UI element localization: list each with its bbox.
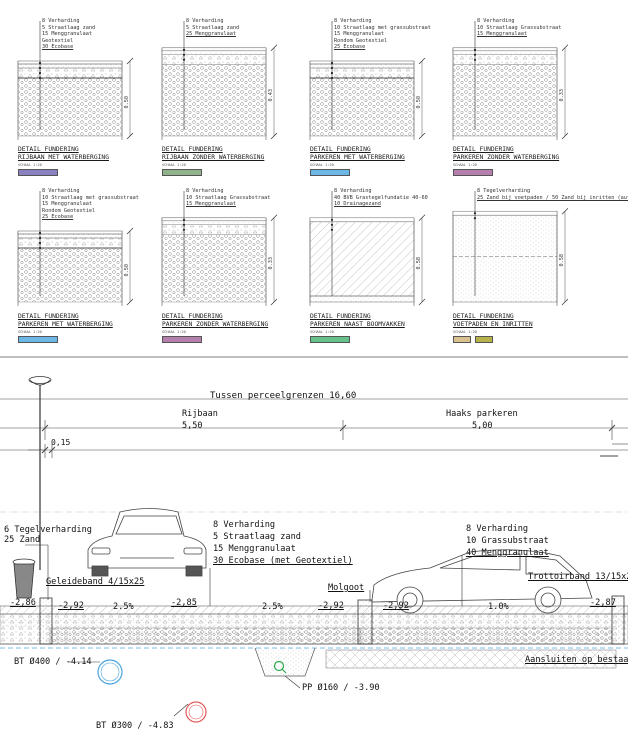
mid-layer-4: 30 Ecobase (met Geotextiel) bbox=[213, 556, 353, 566]
right-layer-1: 8 Verharding bbox=[466, 524, 529, 534]
level-2: -2,92 bbox=[58, 601, 84, 611]
slope-3: 1.0% bbox=[488, 602, 509, 612]
waste-bin-icon bbox=[12, 558, 36, 599]
dimension-lines bbox=[0, 398, 628, 458]
level-1: -2,86 bbox=[10, 598, 36, 608]
pipe-bt400-icon bbox=[97, 659, 123, 685]
level-4: -2,92 bbox=[318, 601, 344, 611]
level-6: -2,87 bbox=[590, 598, 616, 608]
aansluiten-label: Aansluiten op bestaande bbox=[525, 655, 628, 665]
left-layer-1: 6 Tegelverharding bbox=[4, 525, 92, 535]
curb-width-label: 0,15 bbox=[51, 438, 70, 447]
pipe-label-bt400: BT Ø400 / -4.14 bbox=[14, 657, 92, 667]
mid-layer-3: 15 Menggranulaat bbox=[213, 544, 296, 554]
left-layer-2: 25 Zand bbox=[4, 535, 41, 545]
parked-car-front-icon bbox=[87, 508, 207, 577]
slope-2: 2.5% bbox=[262, 602, 283, 612]
mid-layer-1: 8 Verharding bbox=[213, 520, 276, 530]
parkeren-width: 5,00 bbox=[472, 421, 492, 431]
mid-layer-2: 5 Straatlaag zand bbox=[213, 532, 301, 542]
road-cross-section: Tussen perceelgrenzen 16,60 Rijbaan 5,50… bbox=[0, 356, 628, 723]
level-3: -2,85 bbox=[171, 598, 197, 608]
right-layer-2: 10 Grassubstraat bbox=[466, 536, 549, 546]
trottoirband-label: Trottoirband 13/15x25 bbox=[528, 572, 628, 582]
total-width-label: Tussen perceelgrenzen 16,60 bbox=[210, 391, 356, 401]
drawing-sheet: 8 Verharding 5 Straatlaag zand 15 Menggran… bbox=[0, 0, 628, 738]
pipe-label-pp160: PP Ø160 / -3.90 bbox=[302, 683, 380, 693]
rijbaan-label: Rijbaan bbox=[182, 409, 218, 419]
rijbaan-width: 5,50 bbox=[182, 421, 202, 431]
geleideband-label: Geleideband 4/15x25 bbox=[46, 577, 145, 587]
parkeren-label: Haaks parkeren bbox=[446, 409, 518, 419]
level-5: -2,92 bbox=[383, 601, 409, 611]
slope-1: 2.5% bbox=[113, 602, 134, 612]
pipe-label-bt300: BT Ø300 / -4.83 bbox=[96, 721, 174, 731]
right-layer-3: 40 Menggranulaat bbox=[466, 548, 549, 558]
molgoot-label: Molgoot bbox=[328, 583, 365, 593]
pipe-bt300-icon bbox=[185, 701, 207, 723]
